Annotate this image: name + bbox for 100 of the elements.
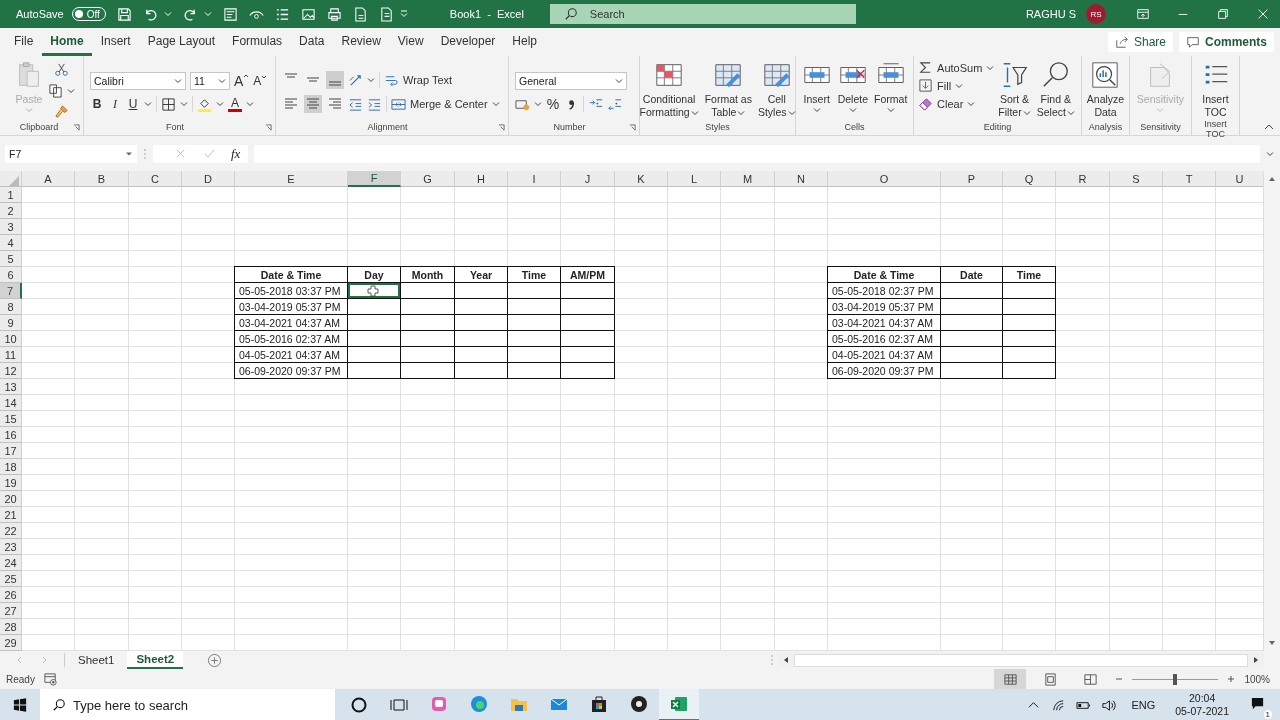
column-header[interactable]: Q [1003, 171, 1056, 187]
normal-view-button[interactable] [994, 669, 1027, 689]
table-cell[interactable] [455, 315, 508, 331]
row-header[interactable]: 12 [0, 363, 22, 379]
ribbon-tab[interactable]: Insert [92, 28, 139, 56]
column-header[interactable]: R [1056, 171, 1110, 187]
table-cell[interactable]: 05-05-2016 02:37 AM [827, 331, 941, 347]
volume-icon[interactable] [1101, 697, 1117, 713]
bold-button[interactable]: B [90, 97, 104, 111]
table-cell[interactable] [941, 347, 1003, 363]
customize-caret-icon[interactable] [399, 10, 408, 18]
table-cell[interactable] [401, 283, 455, 299]
table-cell[interactable] [561, 299, 615, 315]
clock-time[interactable]: 20:04 [1189, 692, 1216, 705]
ribbon-tab[interactable]: File [6, 28, 42, 56]
row-header[interactable]: 22 [0, 523, 22, 539]
table-cell[interactable] [348, 347, 401, 363]
fill-color-icon[interactable] [197, 96, 212, 112]
column-header[interactable]: P [941, 171, 1003, 187]
font-name-field[interactable]: Calibri [90, 72, 186, 90]
table-cell[interactable]: 06-09-2020 09:37 PM [234, 363, 348, 379]
search-field[interactable]: Search [549, 4, 856, 24]
zoom-in-icon[interactable] [1226, 674, 1237, 684]
number-format-field[interactable]: General [515, 72, 627, 90]
caret-icon[interactable] [144, 100, 152, 108]
dialog-launcher-icon[interactable] [498, 123, 505, 131]
document-icon[interactable] [378, 6, 394, 22]
row-header[interactable]: 7 [0, 283, 22, 299]
ribbon-tab[interactable]: Data [291, 28, 333, 56]
sort-filter-button[interactable]: Sort & Filter [996, 60, 1033, 119]
taskbar-search-field[interactable]: Type here to search [40, 689, 335, 720]
table-cell[interactable]: 03-04-2021 04:37 AM [827, 315, 941, 331]
table-cell[interactable] [455, 283, 508, 299]
conditional-formatting-button[interactable]: Conditional Formatting [637, 60, 701, 119]
column-header[interactable]: C [129, 171, 182, 187]
comments-button[interactable]: Comments [1179, 32, 1274, 52]
caret-icon[interactable] [367, 76, 375, 84]
insert-function-button[interactable]: fx [231, 145, 241, 162]
table-cell[interactable]: 05-05-2018 03:37 PM [234, 283, 348, 299]
zoom-level[interactable]: 100% [1244, 673, 1270, 685]
table-cell[interactable] [508, 331, 561, 347]
row-header[interactable]: 20 [0, 491, 22, 507]
column-header[interactable]: E [235, 171, 348, 187]
ribbon-tab[interactable]: Developer [432, 28, 504, 56]
row-header[interactable]: 8 [0, 299, 22, 315]
column-header[interactable]: G [401, 171, 455, 187]
table-cell[interactable] [455, 347, 508, 363]
column-header[interactable]: A [22, 171, 75, 187]
caret-icon[interactable] [67, 86, 75, 95]
column-header[interactable]: B [75, 171, 129, 187]
row-header[interactable]: 6 [0, 267, 22, 283]
table-cell[interactable] [508, 347, 561, 363]
row-header[interactable]: 27 [0, 603, 22, 619]
scroll-up-icon[interactable] [1268, 175, 1276, 183]
table-cell[interactable] [348, 363, 401, 379]
insert-cells-button[interactable]: Insert [799, 60, 834, 114]
row-header[interactable]: 18 [0, 459, 22, 475]
form-icon[interactable] [222, 6, 238, 22]
add-sheet-icon[interactable] [207, 652, 223, 668]
caret-icon[interactable] [216, 100, 224, 108]
row-header[interactable]: 21 [0, 507, 22, 523]
autosum-button[interactable]: AutoSum [918, 60, 995, 75]
insert-toc-button[interactable]: Insert TOC [1198, 60, 1233, 119]
table-cell[interactable] [455, 331, 508, 347]
row-header[interactable]: 25 [0, 571, 22, 587]
table-cell[interactable] [455, 363, 508, 379]
ribbon-tab[interactable]: Home [42, 28, 92, 56]
share-button[interactable]: Share [1107, 32, 1173, 52]
drag-handle-icon[interactable] [770, 654, 774, 666]
table-cell[interactable]: 03-04-2019 05:37 PM [827, 299, 941, 315]
grow-font-button[interactable]: A [234, 73, 250, 89]
caret-icon[interactable] [203, 10, 212, 18]
column-header[interactable]: I [508, 171, 561, 187]
macro-record-icon[interactable] [42, 671, 58, 687]
analyze-data-button[interactable]: Analyze Data [1084, 60, 1127, 119]
row-header[interactable]: 26 [0, 587, 22, 603]
table-cell[interactable] [508, 299, 561, 315]
borders-icon[interactable] [161, 96, 176, 112]
row-header[interactable]: 1 [0, 187, 22, 203]
drag-handle-icon[interactable] [143, 147, 147, 160]
row-header[interactable]: 16 [0, 427, 22, 443]
ribbon-tab[interactable]: Review [333, 28, 389, 56]
shrink-font-button[interactable]: A [253, 74, 268, 88]
scissors-icon[interactable] [54, 62, 69, 77]
table-cell[interactable] [508, 315, 561, 331]
dialog-launcher-icon[interactable] [265, 123, 272, 131]
table-cell[interactable]: 03-04-2021 04:37 AM [234, 315, 348, 331]
row-header[interactable]: 15 [0, 411, 22, 427]
table-cell[interactable] [1003, 299, 1056, 315]
column-header[interactable]: D [182, 171, 235, 187]
copy-icon[interactable] [48, 83, 63, 98]
clear-button[interactable]: Clear [918, 96, 976, 111]
column-header[interactable]: N [775, 171, 828, 187]
table-cell[interactable] [561, 363, 615, 379]
cell-styles-button[interactable]: Cell Styles [755, 60, 798, 119]
document-icon[interactable] [352, 6, 368, 22]
table-cell[interactable] [401, 299, 455, 315]
table-cell[interactable] [401, 315, 455, 331]
table-cell[interactable] [348, 331, 401, 347]
format-painter-icon[interactable] [54, 104, 69, 119]
